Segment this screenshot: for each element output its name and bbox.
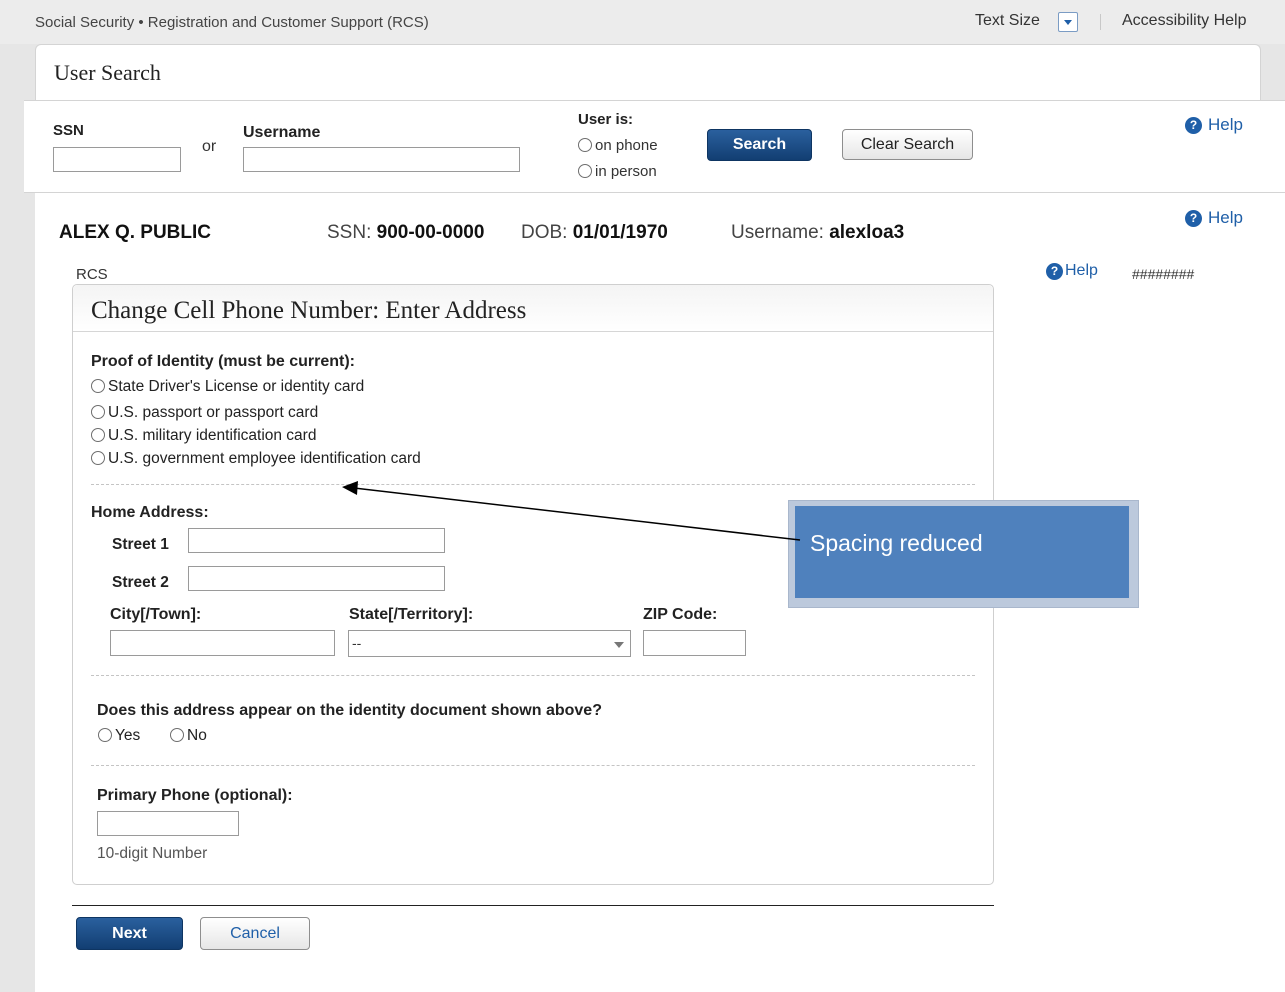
ssn-value: 900-00-0000 (376, 222, 485, 243)
username-field-label: Username: (731, 222, 824, 243)
city-label: City[/Town]: (110, 606, 202, 623)
annotation-text: Spacing reduced (810, 530, 983, 556)
primary-phone-input[interactable] (97, 811, 239, 836)
address-question: Does this address appear on the identity… (97, 702, 602, 719)
on-phone-option[interactable]: on phone (578, 137, 658, 154)
on-phone-label: on phone (595, 137, 658, 154)
help-label: Help (1065, 262, 1098, 279)
reference-code: ######## (1132, 266, 1195, 282)
street1-label: Street 1 (112, 536, 169, 553)
divider (91, 675, 975, 676)
zip-input[interactable] (643, 630, 746, 656)
radio-icon[interactable] (91, 379, 105, 393)
divider (91, 484, 975, 485)
or-label: or (202, 138, 217, 155)
clear-search-button[interactable]: Clear Search (842, 129, 973, 160)
radio-icon[interactable] (578, 164, 592, 178)
person-username: Username: alexloa3 (731, 222, 904, 244)
person-dob: DOB: 01/01/1970 (521, 222, 668, 244)
proof-option-passport[interactable]: U.S. passport or passport card (91, 404, 318, 422)
divider (91, 765, 975, 766)
chevron-down-icon (614, 642, 624, 648)
proof-of-identity-label: Proof of Identity (must be current): (91, 353, 355, 370)
yes-label: Yes (115, 727, 141, 744)
search-help-link[interactable]: ? Help (1185, 115, 1243, 135)
next-button[interactable]: Next (76, 917, 183, 950)
actions-divider (72, 905, 994, 906)
zip-label: ZIP Code: (643, 606, 718, 623)
in-person-label: in person (595, 163, 657, 180)
user-is-label: User is: (578, 111, 634, 128)
rcs-label: RCS (76, 266, 108, 283)
state-label: State[/Territory]: (349, 606, 474, 623)
street2-input[interactable] (188, 566, 445, 591)
street1-input[interactable] (188, 528, 445, 553)
proof-option-drivers-license[interactable]: State Driver's License or identity card (91, 378, 364, 396)
search-button[interactable]: Search (707, 129, 812, 161)
username-value: alexloa3 (829, 222, 905, 243)
radio-icon[interactable] (98, 728, 112, 742)
page-title: User Search (54, 60, 161, 85)
proof-option-govt-employee-id[interactable]: U.S. government employee identification … (91, 450, 421, 468)
top-bar: Social Security • Registration and Custo… (0, 0, 1285, 44)
option-label: State Driver's License or identity card (108, 378, 365, 395)
option-label: U.S. government employee identification … (108, 450, 421, 467)
divider (1100, 14, 1101, 30)
panel-title: Change Cell Phone Number: Enter Address (91, 297, 527, 324)
option-label: U.S. passport or passport card (108, 404, 319, 421)
primary-phone-label: Primary Phone (optional): (97, 787, 293, 804)
option-label: U.S. military identification card (108, 427, 317, 444)
panel-header: Change Cell Phone Number: Enter Address (73, 285, 993, 332)
page-header: User Search (35, 44, 1261, 100)
in-person-option[interactable]: in person (578, 163, 657, 180)
address-no-option[interactable]: No (170, 727, 207, 745)
help-label: Help (1208, 115, 1243, 134)
state-select[interactable]: -- (348, 630, 631, 657)
radio-icon[interactable] (91, 451, 105, 465)
username-input[interactable] (243, 147, 520, 172)
ssn-input[interactable] (53, 147, 181, 172)
radio-icon[interactable] (170, 728, 184, 742)
annotation-callout: Spacing reduced (788, 500, 1139, 608)
help-label: Help (1208, 208, 1243, 227)
person-name: ALEX Q. PUBLIC (59, 222, 212, 243)
site-title: Social Security • Registration and Custo… (35, 14, 429, 31)
dob-field-label: DOB: (521, 222, 568, 243)
help-icon: ? (1185, 209, 1202, 227)
radio-icon[interactable] (91, 405, 105, 419)
accessibility-help-link[interactable]: Accessibility Help (1122, 12, 1246, 30)
proof-option-military-id[interactable]: U.S. military identification card (91, 427, 316, 445)
state-selected-value: -- (352, 635, 362, 651)
help-icon: ? (1185, 116, 1202, 134)
ssn-label: SSN (53, 122, 84, 139)
annotation-box: Spacing reduced (795, 506, 1129, 598)
user-search-bar: SSN or Username User is: on phone in per… (24, 100, 1285, 193)
person-ssn: SSN: 900-00-0000 (327, 222, 484, 244)
ssn-field-label: SSN: (327, 222, 372, 243)
username-label: Username (243, 124, 321, 141)
home-address-label: Home Address: (91, 504, 209, 521)
street2-label: Street 2 (112, 574, 169, 591)
city-input[interactable] (110, 630, 335, 656)
no-label: No (187, 727, 207, 744)
text-size-dropdown-icon[interactable] (1058, 12, 1078, 32)
phone-hint: 10-digit Number (97, 845, 208, 862)
person-help-link[interactable]: ? Help (1185, 208, 1243, 228)
address-yes-option[interactable]: Yes (98, 727, 140, 745)
help-icon: ? (1046, 262, 1063, 280)
panel-help-link[interactable]: ? Help (1046, 262, 1098, 280)
cancel-button[interactable]: Cancel (200, 917, 310, 950)
text-size-label: Text Size (975, 12, 1040, 29)
radio-icon[interactable] (91, 428, 105, 442)
dob-value: 01/01/1970 (572, 222, 668, 243)
radio-icon[interactable] (578, 138, 592, 152)
